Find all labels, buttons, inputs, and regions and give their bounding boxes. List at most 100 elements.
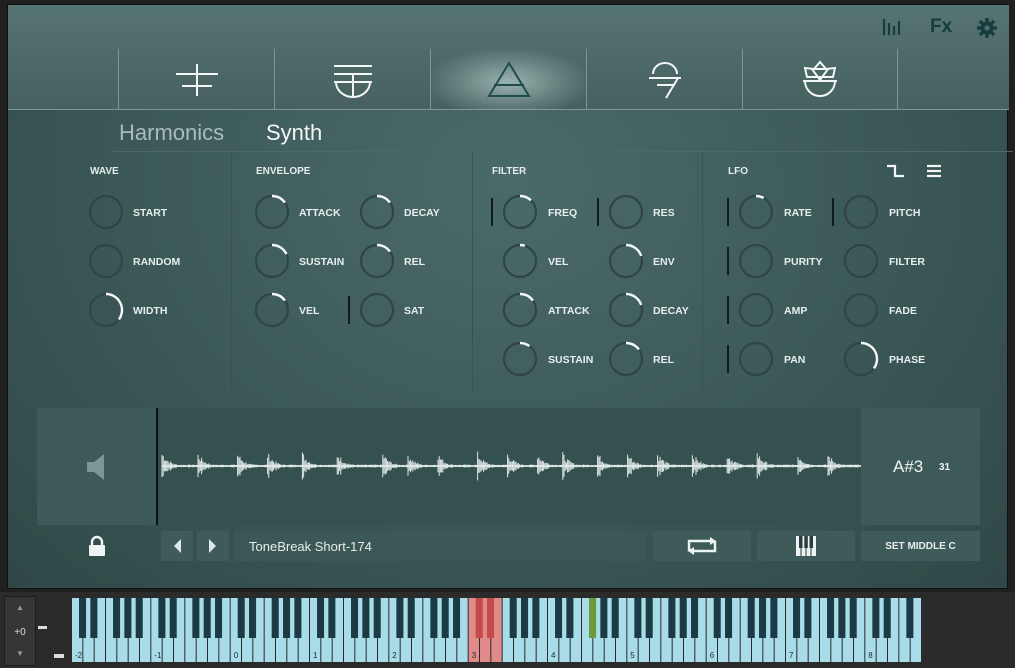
black-key[interactable]	[283, 598, 291, 638]
black-key[interactable]	[883, 598, 891, 638]
black-key[interactable]	[90, 598, 98, 638]
black-key[interactable]	[475, 598, 483, 638]
black-key[interactable]	[634, 598, 642, 638]
knob-lfo-pan[interactable]	[738, 341, 774, 377]
black-key[interactable]	[453, 598, 461, 638]
black-key[interactable]	[611, 598, 619, 638]
piano-keyboard[interactable]: -2 -1 0 1 2 3 4 5 6 7 8	[72, 598, 922, 662]
black-key[interactable]	[849, 598, 857, 638]
knob-lfo-purity[interactable]	[738, 243, 774, 279]
black-key[interactable]	[838, 598, 846, 638]
loop-button[interactable]	[653, 531, 751, 561]
black-key[interactable]	[441, 598, 449, 638]
transpose-control[interactable]: ▲ +0 ▼	[4, 596, 36, 666]
gear-icon[interactable]	[976, 17, 998, 45]
knob-lfo-amp[interactable]	[738, 292, 774, 328]
knob-lfo-filter[interactable]	[843, 243, 879, 279]
next-sample-button[interactable]	[197, 531, 229, 561]
black-key[interactable]	[872, 598, 880, 638]
black-key[interactable]	[770, 598, 778, 638]
black-key[interactable]	[192, 598, 200, 638]
black-key[interactable]	[668, 598, 676, 638]
black-key[interactable]	[373, 598, 381, 638]
black-key[interactable]	[79, 598, 87, 638]
black-key[interactable]	[566, 598, 574, 638]
root-note-display[interactable]: A#3 31	[861, 408, 980, 525]
black-key[interactable]	[294, 598, 302, 638]
black-key[interactable]	[124, 598, 132, 638]
set-middle-c-button[interactable]: SET MIDDLE C	[861, 531, 980, 561]
knob-env-decay[interactable]	[359, 194, 395, 230]
black-key[interactable]	[532, 598, 540, 638]
knob-filter-decay[interactable]	[608, 292, 644, 328]
knob-env-sat[interactable]	[359, 292, 395, 328]
black-key[interactable]	[793, 598, 801, 638]
tab-source[interactable]	[118, 49, 274, 110]
knob-env-rel[interactable]	[359, 243, 395, 279]
arrow-down-icon[interactable]: ▼	[5, 649, 35, 658]
black-key[interactable]	[215, 598, 223, 638]
knob-env-vel[interactable]	[254, 292, 290, 328]
black-key[interactable]	[827, 598, 835, 638]
knob-filter-res[interactable]	[608, 194, 644, 230]
knob-env-attack[interactable]	[254, 194, 290, 230]
knob-filter-sustain[interactable]	[502, 341, 538, 377]
mixer-bars-icon[interactable]	[881, 17, 903, 43]
black-key[interactable]	[317, 598, 325, 638]
black-key[interactable]	[362, 598, 370, 638]
black-key[interactable]	[555, 598, 563, 638]
sample-name-field[interactable]: ToneBreak Short-174	[234, 531, 646, 561]
black-key[interactable]	[906, 598, 914, 638]
black-key[interactable]	[747, 598, 755, 638]
sample-display[interactable]	[37, 408, 980, 525]
knob-lfo-fade[interactable]	[843, 292, 879, 328]
tab-sampler[interactable]	[274, 49, 430, 110]
knob-lfo-rate[interactable]	[738, 194, 774, 230]
black-key[interactable]	[725, 598, 733, 638]
black-key[interactable]	[169, 598, 177, 638]
black-key[interactable]	[521, 598, 529, 638]
knob-filter-vel[interactable]	[502, 243, 538, 279]
knob-lfo-pitch[interactable]	[843, 194, 879, 230]
black-key[interactable]	[691, 598, 699, 638]
black-key[interactable]	[203, 598, 211, 638]
black-key[interactable]	[679, 598, 687, 638]
black-key[interactable]	[759, 598, 767, 638]
knob-lfo-phase[interactable]	[843, 341, 879, 377]
knob-wave-start[interactable]	[88, 194, 124, 230]
tab-effects[interactable]	[586, 49, 742, 110]
black-key[interactable]	[158, 598, 166, 638]
black-key[interactable]	[589, 598, 597, 638]
black-key[interactable]	[249, 598, 257, 638]
lock-button[interactable]	[37, 531, 157, 561]
black-key[interactable]	[600, 598, 608, 638]
subtab-synth[interactable]: Synth	[266, 120, 322, 146]
black-key[interactable]	[237, 598, 245, 638]
black-key[interactable]	[328, 598, 336, 638]
black-key[interactable]	[804, 598, 812, 638]
black-key[interactable]	[645, 598, 653, 638]
prev-sample-button[interactable]	[161, 531, 193, 561]
tab-mandala[interactable]	[742, 49, 898, 110]
black-key[interactable]	[487, 598, 495, 638]
knob-filter-freq[interactable]	[502, 194, 538, 230]
black-key[interactable]	[509, 598, 517, 638]
black-key[interactable]	[430, 598, 438, 638]
black-key[interactable]	[351, 598, 359, 638]
preview-button[interactable]	[37, 408, 157, 525]
arrow-up-icon[interactable]: ▲	[5, 603, 35, 612]
knob-filter-env[interactable]	[608, 243, 644, 279]
black-key[interactable]	[396, 598, 404, 638]
square-wave-icon[interactable]	[886, 163, 906, 184]
black-key[interactable]	[271, 598, 279, 638]
knob-filter-attack[interactable]	[502, 292, 538, 328]
knob-wave-width[interactable]	[88, 292, 124, 328]
tab-synth[interactable]	[430, 49, 586, 110]
keyboard-mode-button[interactable]	[757, 531, 855, 561]
black-key[interactable]	[713, 598, 721, 638]
black-key[interactable]	[113, 598, 121, 638]
menu-lines-icon[interactable]	[926, 163, 942, 184]
knob-filter-rel[interactable]	[608, 341, 644, 377]
black-key[interactable]	[407, 598, 415, 638]
knob-wave-random[interactable]	[88, 243, 124, 279]
